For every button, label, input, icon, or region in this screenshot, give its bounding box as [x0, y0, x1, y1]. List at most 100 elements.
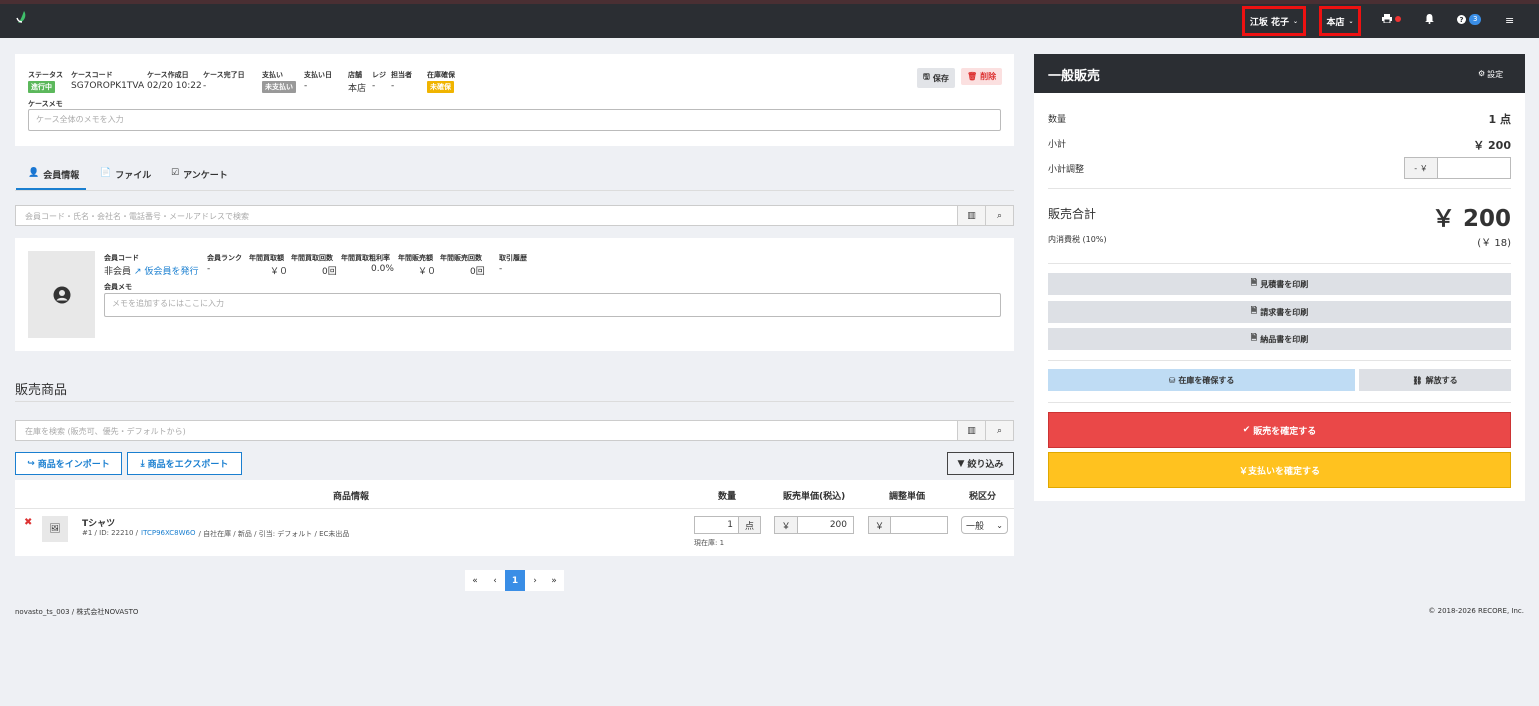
chevron-down-icon: ⌄	[1293, 17, 1299, 25]
annual-margin-value: 0.0%	[371, 264, 394, 274]
status-badge: 進行中	[28, 81, 55, 93]
price-yen-addon: ￥	[774, 516, 798, 534]
case-created-label: ケース作成日	[147, 71, 189, 79]
delete-button[interactable]: 🗑 削除	[961, 68, 1003, 85]
app-logo-icon[interactable]	[15, 10, 29, 24]
annual-buy-count-value: 0回	[322, 267, 337, 277]
products-table	[15, 480, 1014, 556]
case-card	[15, 54, 1014, 146]
filter-button[interactable]: ▼ 絞り込み	[947, 452, 1014, 475]
import-products-button[interactable]: ↪ 商品をインポート	[15, 452, 122, 475]
remove-item-icon[interactable]: ✖	[24, 517, 32, 528]
store-value: 本店	[348, 84, 367, 94]
consumption-tax-value: (￥ 18)	[1477, 238, 1511, 249]
consumption-tax-label: 内消費税 (10%)	[1048, 235, 1107, 244]
barcode-button[interactable]: ▥	[957, 206, 985, 225]
user-avatar-icon	[53, 286, 70, 303]
status-label: ステータス	[28, 71, 63, 79]
page-first[interactable]: «	[465, 570, 485, 591]
stock-search-input[interactable]: 在庫を検索 (販売可、優先・デフォルトから)	[16, 421, 957, 440]
export-products-button[interactable]: ⤓ 商品をエクスポート	[127, 452, 242, 475]
summary-title: 一般販売	[1048, 69, 1101, 84]
subtotal-adjust-label: 小計調整	[1048, 165, 1085, 175]
tab-survey[interactable]: ☑ アンケート	[171, 168, 228, 181]
annual-sales-count-value: 0回	[470, 267, 485, 277]
confirm-sale-button[interactable]: ✔ 販売を確定する	[1048, 412, 1511, 448]
current-stock-note: 現在庫: 1	[694, 539, 725, 547]
annual-buy-count-label: 年間買取回数	[291, 254, 333, 262]
pdf-file-icon: 🗎	[1250, 333, 1258, 342]
barcode-icon: ▥	[967, 425, 976, 436]
hamburger-menu-icon[interactable]: ≡	[1505, 14, 1514, 27]
print-delivery-note-button[interactable]: 🗎 納品書を印刷	[1048, 328, 1511, 350]
summary-divider	[1048, 360, 1511, 361]
unit-price-input[interactable]: 200	[797, 516, 854, 534]
check-icon: ✔	[1242, 425, 1251, 435]
quantity-input[interactable]: 1	[694, 516, 739, 534]
download-icon: ⤓	[140, 458, 145, 469]
printer-status-dot	[1395, 15, 1401, 22]
staff-value: -	[391, 81, 395, 91]
store-menu[interactable]: 本店 ⌄	[1319, 6, 1361, 36]
release-stock-button[interactable]: ⛓ 解放する	[1359, 369, 1511, 391]
page-last[interactable]: »	[544, 570, 564, 591]
annual-sales-amount-label: 年間販売額	[398, 254, 433, 262]
adjust-price-input[interactable]	[890, 516, 948, 534]
case-completed-label: ケース完了日	[203, 71, 245, 79]
printer-icon	[1382, 14, 1392, 23]
annual-buy-amount-value: ￥０	[270, 267, 289, 277]
member-search-input[interactable]: 会員コード・氏名・会社名・電話番号・メールアドレスで検索	[16, 206, 957, 225]
settings-button[interactable]: ⚙ 設定	[1478, 69, 1503, 80]
transaction-history-value: -	[499, 264, 503, 274]
sales-total-value: ￥ 200	[1431, 206, 1511, 232]
chevron-down-icon: ⌄	[1348, 17, 1354, 25]
member-memo-label: 会員メモ	[104, 283, 132, 291]
print-invoice-button[interactable]: 🗎 請求書を印刷	[1048, 301, 1511, 323]
gear-icon: ⚙	[1478, 69, 1486, 78]
barcode-button[interactable]: ▥	[957, 421, 985, 440]
page-next[interactable]: ›	[525, 570, 545, 591]
payment-date-label: 支払い日	[304, 71, 332, 79]
barcode-icon: ▥	[967, 210, 976, 221]
member-search-bar: 会員コード・氏名・会社名・電話番号・メールアドレスで検索 ▥ ⌕	[15, 205, 1014, 226]
stock-search-button[interactable]: ⌕	[985, 421, 1013, 440]
save-icon: 🖫	[923, 72, 930, 81]
case-memo-label: ケースメモ	[28, 100, 63, 108]
reserve-stock-button[interactable]: ⛁ 在庫を確保する	[1048, 369, 1355, 391]
trash-icon: 🗑	[967, 72, 978, 81]
help-badge: 3	[1469, 14, 1482, 25]
member-memo-input[interactable]: メモを追加するにはここに入力	[104, 293, 1001, 317]
top-bar	[0, 0, 1539, 38]
products-divider	[15, 401, 1014, 402]
issue-temp-member-link[interactable]: ↗ 仮会員を発行	[134, 264, 198, 277]
page-1[interactable]: 1	[505, 570, 525, 591]
stock-search-bar: 在庫を検索 (販売可、優先・デフォルトから) ▥ ⌕	[15, 420, 1014, 441]
footer-copyright: © 2018-2026 RECORE, Inc.	[1428, 607, 1524, 615]
share-icon: ↪	[27, 458, 35, 469]
subtotal-adjust-input[interactable]	[1437, 157, 1511, 179]
annual-margin-label: 年間買取粗利率	[341, 254, 390, 262]
user-name: 江坂 花子	[1249, 17, 1290, 28]
stock-reserve-label: 在庫確保	[427, 71, 455, 79]
printer-button[interactable]	[1382, 14, 1401, 23]
case-code-label: ケースコード	[71, 71, 113, 79]
product-sku-link[interactable]: ITCP96XC8W6O	[141, 529, 195, 539]
page-prev[interactable]: ‹	[485, 570, 505, 591]
help-button[interactable]: ? 3	[1457, 14, 1482, 25]
print-estimate-button[interactable]: 🗎 見積書を印刷	[1048, 273, 1511, 295]
member-code-label: 会員コード	[104, 254, 139, 262]
annual-sales-count-label: 年間販売回数	[440, 254, 482, 262]
summary-header	[1034, 54, 1525, 93]
case-memo-input[interactable]: ケース全体のメモを入力	[28, 109, 1001, 131]
summary-divider	[1048, 402, 1511, 403]
confirm-payment-button[interactable]: ￥支払いを確定する	[1048, 452, 1511, 488]
save-button[interactable]: 🖫 保存	[917, 68, 955, 88]
notifications-button[interactable]	[1425, 14, 1434, 24]
tab-files[interactable]: 📄 ファイル	[100, 168, 151, 181]
tax-category-select[interactable]: 一般 ⌄	[961, 516, 1008, 534]
chevron-down-icon: ⌄	[996, 520, 1003, 530]
register-label: レジ	[372, 71, 386, 79]
tab-member-info[interactable]: 👤 会員情報	[28, 168, 79, 181]
user-menu[interactable]: 江坂 花子 ⌄	[1242, 6, 1306, 36]
member-search-button[interactable]: ⌕	[985, 206, 1013, 225]
